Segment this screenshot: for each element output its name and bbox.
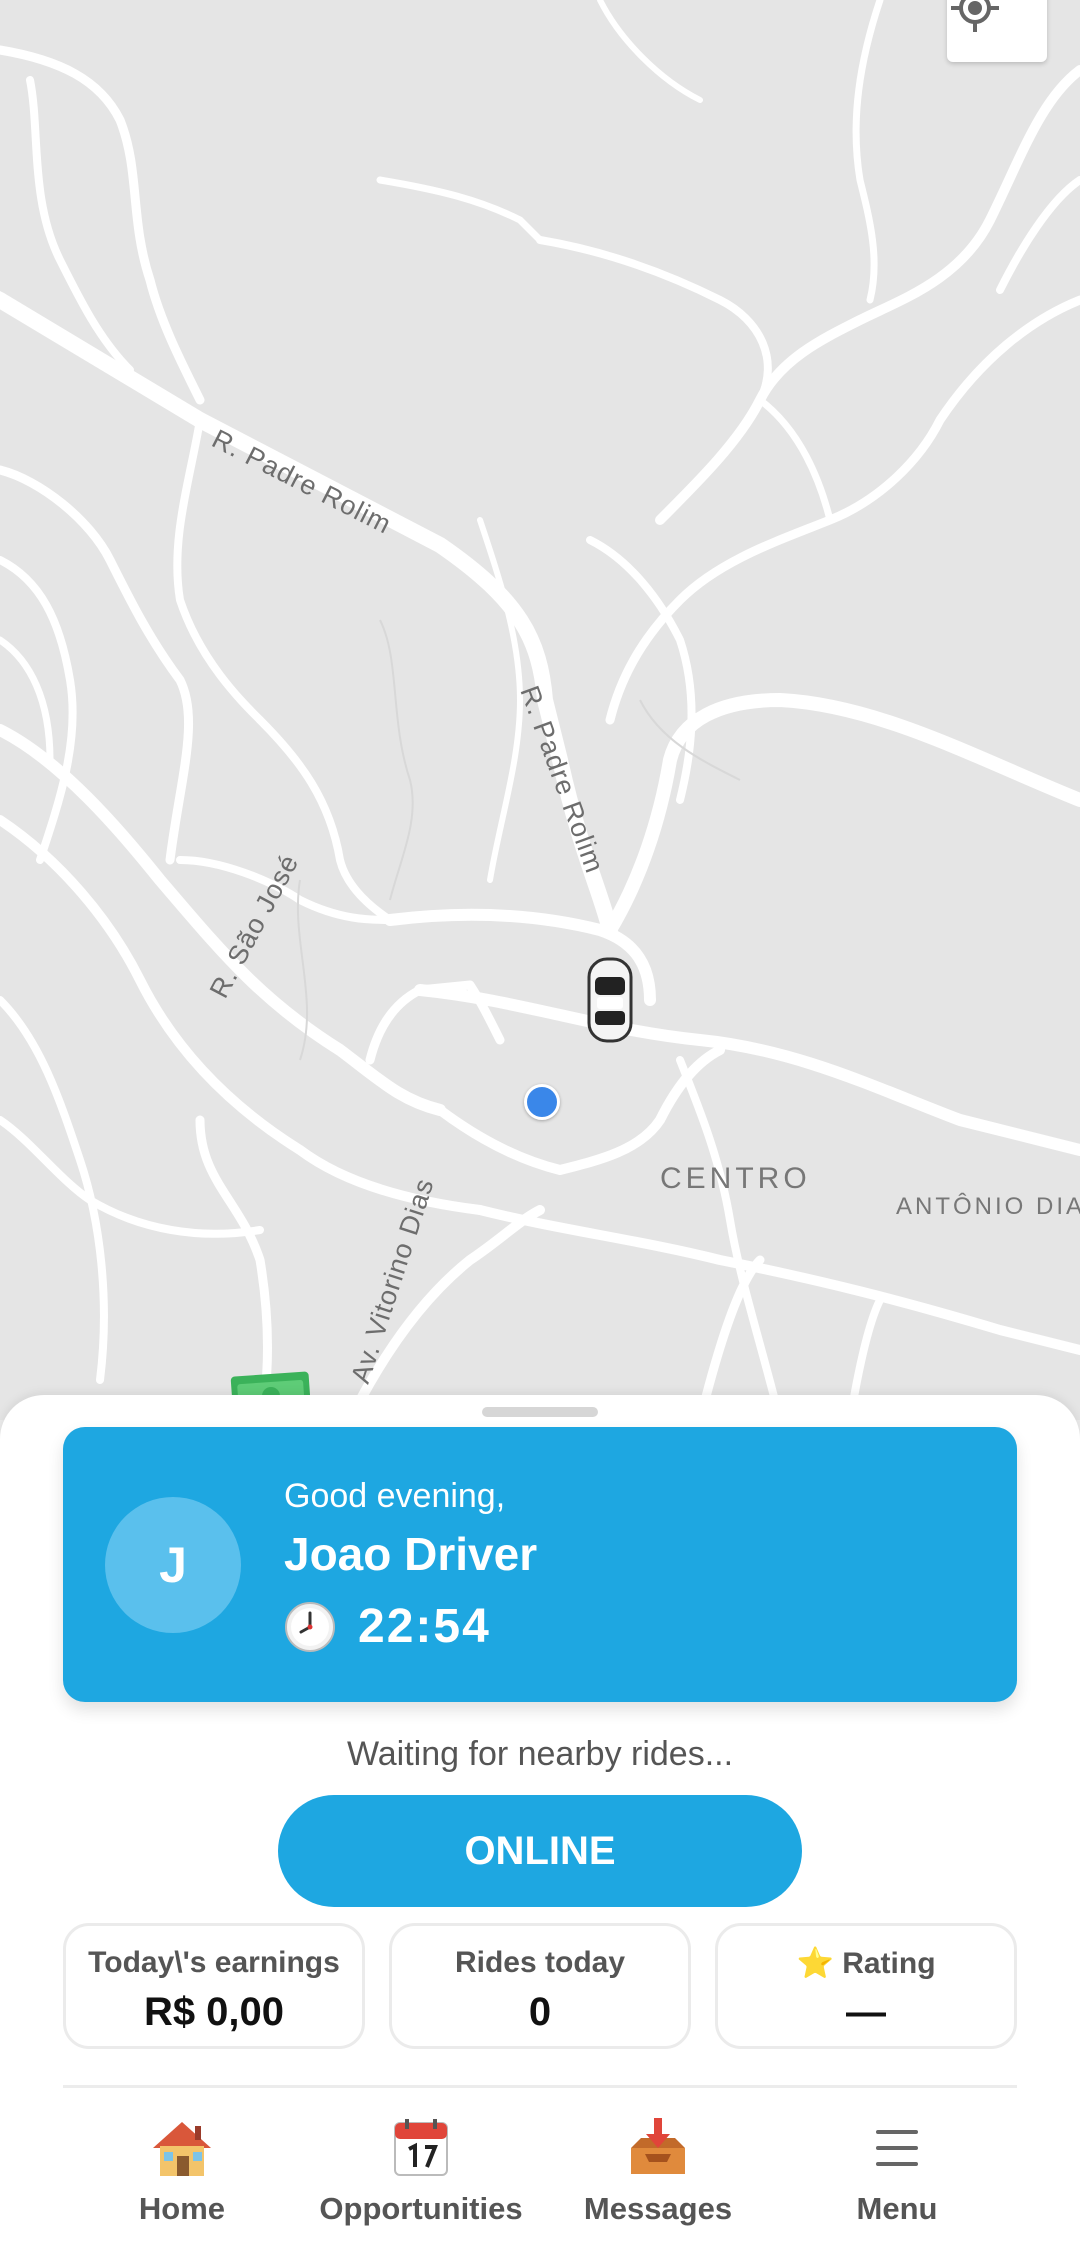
street-label: R. Padre Rolim: [207, 424, 396, 540]
bottom-sheet: J Good evening, Joao Driver 22:54 Waitin…: [0, 1395, 1080, 2260]
my-location-button[interactable]: [947, 0, 1047, 62]
driver-name: Joao Driver: [284, 1528, 538, 1580]
current-time: 22:54: [358, 1600, 491, 1653]
nav-label: Opportunities: [319, 2191, 523, 2226]
area-label: ANTÔNIO DIA: [896, 1192, 1080, 1220]
rating-value: —: [846, 1990, 886, 2034]
rating-card: ⭐ Rating —: [715, 1923, 1017, 2049]
nav-opportunities[interactable]: Opportunities: [291, 2113, 551, 2227]
area-label: CENTRO: [660, 1162, 811, 1195]
earnings-card: Today\'s earnings R$ 0,00: [63, 1923, 365, 2049]
earnings-value: R$ 0,00: [143, 1990, 285, 2034]
user-location-dot: [524, 1084, 560, 1120]
rating-label-row: ⭐ Rating: [718, 1946, 1014, 1981]
crosshair-icon: [951, 0, 999, 32]
hamburger-icon: [876, 2130, 918, 2166]
nav-label: Home: [138, 2191, 226, 2226]
nav-menu[interactable]: Menu: [767, 2113, 1027, 2227]
inbox-icon: [631, 2118, 685, 2174]
nav-home[interactable]: Home: [52, 2113, 312, 2227]
nav-messages[interactable]: Messages: [528, 2113, 788, 2227]
rides-card: Rides today 0: [389, 1923, 691, 2049]
status-text: Waiting for nearby rides...: [346, 1735, 734, 1773]
earnings-label: Today\'s earnings: [88, 1946, 340, 1979]
sheet-drag-handle[interactable]: [482, 1407, 598, 1417]
calendar-icon: [394, 2119, 448, 2176]
greeting-text: Good evening,: [284, 1477, 506, 1515]
rating-label: Rating: [842, 1947, 936, 1980]
rides-value: 0: [528, 1990, 552, 2034]
map-roads: R. Padre Rolim R. Padre Rolim R. São Jos…: [0, 0, 1080, 1420]
nav-divider: [63, 2085, 1017, 2088]
house-icon: [153, 2122, 211, 2176]
online-toggle-button[interactable]: ONLINE: [278, 1795, 802, 1907]
avatar: J: [105, 1497, 241, 1633]
map-view[interactable]: R. Padre Rolim R. Padre Rolim R. São Jos…: [0, 0, 1080, 1420]
street-label: R. Padre Rolim: [514, 682, 610, 877]
clock-icon: [285, 1601, 335, 1652]
rides-label: Rides today: [454, 1946, 626, 1979]
nav-label: Messages: [583, 2191, 733, 2226]
time-row: 22:54: [284, 1599, 491, 1654]
star-icon: ⭐: [796, 1947, 834, 1980]
driver-greeting-card: J Good evening, Joao Driver 22:54: [63, 1427, 1017, 1702]
nav-label: Menu: [856, 2191, 938, 2226]
